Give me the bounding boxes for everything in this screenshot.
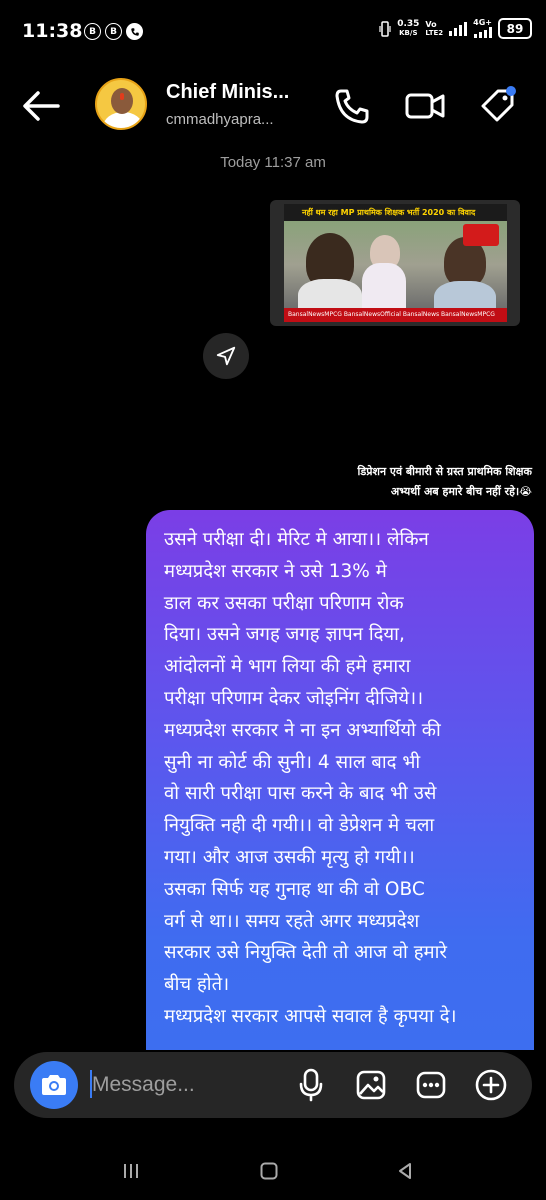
news-logo (463, 224, 499, 246)
video-call-button[interactable] (404, 86, 445, 126)
recents-button[interactable] (116, 1156, 146, 1186)
chat-header: Chief Minis... cmmadhyapra... (0, 64, 546, 150)
voice-message-button[interactable] (292, 1066, 330, 1104)
shared-post[interactable]: नहीं थम रहा MP प्राथमिक शिक्षक भर्ती 202… (270, 200, 520, 326)
recents-icon (124, 1164, 138, 1178)
status-bar: 11:38 B B 0.35 KB/S Vo LTE2 4G+ 89 (0, 0, 546, 64)
share-button[interactable] (203, 333, 249, 379)
system-navigation-bar (0, 1140, 546, 1200)
notification-b-icon: B (105, 23, 122, 40)
avatar-body (103, 112, 143, 128)
tag-icon (481, 86, 516, 122)
microphone-icon (299, 1068, 323, 1102)
vibrate-icon (379, 20, 391, 37)
sticker-button[interactable] (412, 1066, 450, 1104)
network-speed: 0.35 KB/S (397, 18, 420, 38)
more-actions-button[interactable] (472, 1066, 510, 1104)
volte-bottom: LTE2 (425, 28, 444, 37)
phone-notification-icon (126, 23, 143, 40)
avatar-face (111, 88, 133, 114)
signal-icon-2 (473, 27, 492, 38)
notification-b-icon: B (84, 23, 101, 40)
avatar[interactable] (95, 78, 147, 130)
volte-top: Vo (425, 19, 437, 29)
image-icon (356, 1070, 386, 1100)
status-time: 11:38 (22, 20, 83, 42)
caption-line-1: डिप्रेशन एवं बीमारी से ग्रस्त प्राथमिक श… (357, 465, 532, 478)
thumbnail-footer: BansalNewsMPCG BansalNewsOfficial Bansal… (284, 308, 507, 322)
back-nav-button[interactable] (390, 1156, 420, 1186)
net-speed-unit: KB/S (399, 28, 418, 37)
camera-button[interactable] (30, 1061, 78, 1109)
contact-handle[interactable]: cmmadhyapra... (166, 111, 274, 128)
camera-icon (42, 1075, 66, 1095)
message-text: उसने परीक्षा दी। मेरिट मे आया।। लेकिन मध… (164, 529, 457, 1027)
battery-indicator: 89 (498, 18, 532, 39)
message-timestamp: Today 11:37 am (220, 154, 326, 171)
shared-post-thumbnail[interactable]: नहीं थम रहा MP प्राथमिक शिक्षक भर्ती 202… (284, 204, 507, 322)
system-indicators: 0.35 KB/S Vo LTE2 4G+ 89 (379, 18, 532, 39)
back-icon (399, 1163, 411, 1179)
volte-indicator: Vo LTE2 (425, 20, 443, 38)
send-icon (216, 346, 236, 366)
video-camera-icon (405, 93, 445, 119)
caption-line-2: अभ्यर्थी अब हमारे बीच नहीं रहे।😭 (390, 485, 532, 498)
post-caption: डिप्रेशन एवं बीमारी से ग्रस्त प्राथमिक श… (250, 462, 532, 502)
sent-message-bubble[interactable]: उसने परीक्षा दी। मेरिट मे आया।। लेकिन मध… (146, 510, 534, 1050)
back-button[interactable] (20, 88, 62, 124)
call-button[interactable] (332, 86, 372, 126)
thumbnail-child-dress (362, 263, 406, 309)
label-button[interactable] (478, 86, 518, 126)
contact-name[interactable]: Chief Minis... (166, 81, 289, 104)
gallery-button[interactable] (352, 1066, 390, 1104)
net-speed-value: 0.35 (397, 18, 420, 29)
thumbnail-headline: नहीं थम रहा MP प्राथमिक शिक्षक भर्ती 202… (284, 204, 507, 221)
message-composer (14, 1052, 532, 1118)
message-input[interactable] (92, 1070, 282, 1100)
signal-icon (449, 21, 468, 36)
network-type: 4G+ (473, 19, 492, 38)
home-button[interactable] (254, 1156, 284, 1186)
plus-icon (475, 1069, 507, 1101)
phone-icon (335, 89, 369, 124)
home-icon (260, 1162, 278, 1180)
network-type-label: 4G+ (473, 18, 492, 27)
sticker-icon (416, 1071, 446, 1099)
notification-icons: B B (84, 23, 143, 40)
back-arrow-icon (23, 91, 60, 121)
avatar-tika (120, 93, 124, 100)
